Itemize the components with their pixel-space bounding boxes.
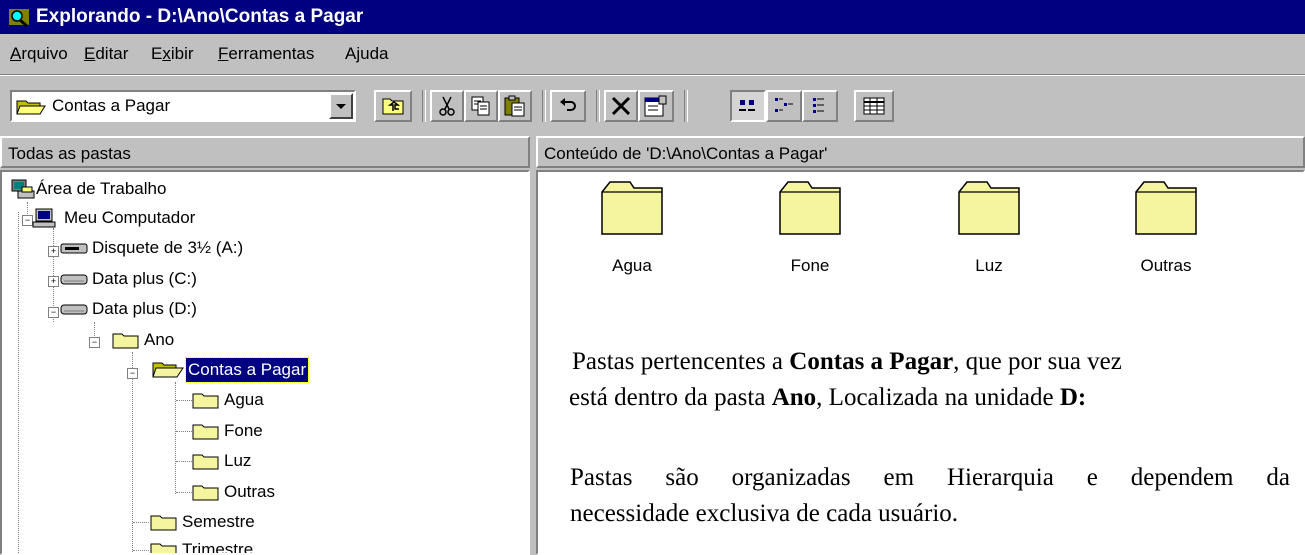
tree-connector — [176, 492, 192, 493]
list-icon — [813, 98, 824, 113]
folder-icon — [192, 485, 219, 501]
folder-icon — [192, 454, 219, 470]
folder-label: Luz — [975, 256, 1003, 275]
copy-button[interactable] — [464, 90, 498, 122]
menu-arquivo[interactable]: Arquivo — [10, 37, 68, 71]
list-button[interactable] — [802, 90, 838, 122]
toolbar-separator — [684, 90, 688, 122]
tree-connector — [18, 212, 19, 553]
location-combobox[interactable]: Contas a Pagar — [10, 90, 356, 122]
paste-icon — [504, 95, 525, 117]
location-value: Contas a Pagar — [52, 96, 171, 115]
cut-button[interactable] — [430, 90, 464, 122]
folder-icon — [192, 393, 219, 409]
folder-icon — [958, 181, 1020, 235]
explorer-icon — [9, 9, 29, 28]
folder-label: Agua — [612, 256, 652, 275]
toolbar-separator — [422, 90, 426, 122]
right-pane-header: Conteúdo de 'D:\Ano\Contas a Pagar' — [536, 136, 1305, 168]
toolbar: Contas a Pagar — [0, 82, 1305, 130]
tree-connector — [133, 522, 149, 523]
folder-icon — [192, 424, 219, 440]
cut-icon — [439, 96, 455, 116]
folder-label: Fone — [790, 256, 830, 275]
small-icons-button[interactable] — [766, 90, 802, 122]
paste-button[interactable] — [498, 90, 532, 122]
expand-toggle[interactable]: + — [48, 276, 59, 287]
undo-icon — [560, 98, 576, 111]
explanation-paragraph-2: Pastas são organizadas em Hierarquia e d… — [570, 460, 1290, 532]
details-button[interactable] — [854, 90, 894, 122]
folder-item-fone[interactable]: Fone — [750, 178, 870, 275]
hard-drive-icon — [60, 274, 88, 285]
folder-icon — [1135, 181, 1197, 235]
collapse-toggle[interactable]: − — [89, 337, 100, 348]
collapse-toggle[interactable]: − — [48, 307, 59, 318]
up-one-level-icon — [382, 98, 404, 115]
folder-item-outras[interactable]: Outras — [1106, 178, 1226, 275]
note-line: necessidade exclusiva de cada usuário. — [570, 500, 959, 527]
tree-connector — [175, 382, 176, 494]
large-icons-icon — [739, 100, 755, 111]
left-pane-header: Todas as pastas — [0, 136, 530, 168]
tree-connector — [133, 550, 149, 551]
toolbar-separator — [596, 90, 600, 122]
folder-icon — [601, 181, 663, 235]
undo-button[interactable] — [550, 90, 586, 122]
menu-editar[interactable]: Editar — [84, 37, 128, 71]
explanation-paragraph-1: Pastas pertencentes a Contas a Pagar, qu… — [569, 344, 1282, 416]
location-dropdown-button[interactable] — [329, 93, 353, 119]
hard-drive-icon — [60, 304, 88, 315]
copy-icon — [471, 96, 490, 116]
folder-tree: − + + − − − Área de Trabalho Meu Computa… — [0, 170, 530, 555]
collapse-toggle[interactable]: − — [127, 368, 138, 379]
tree-connector — [176, 431, 192, 432]
folder-icon — [150, 543, 177, 553]
floppy-drive-icon — [60, 243, 88, 254]
menu-bar: Arquivo Editar Exibir Ferramentas Ajuda — [0, 37, 1305, 71]
menu-ferramentas[interactable]: Ferramentas — [218, 37, 314, 71]
menu-ajuda[interactable]: Ajuda — [345, 37, 389, 71]
contents-pane: Agua Fone Luz Outras Pastas pertencentes… — [536, 170, 1305, 555]
details-icon — [863, 97, 885, 115]
folder-icon — [779, 181, 841, 235]
computer-icon — [32, 208, 56, 228]
folder-item-agua[interactable]: Agua — [572, 178, 692, 275]
window-title: Explorando - D:\Ano\Contas a Pagar — [36, 6, 364, 27]
folder-icon — [112, 333, 139, 349]
properties-icon — [644, 95, 667, 117]
menu-divider — [0, 74, 1305, 76]
open-folder-icon — [16, 100, 46, 115]
expand-toggle[interactable]: + — [48, 246, 59, 257]
up-one-level-button[interactable] — [374, 90, 412, 122]
properties-button[interactable] — [638, 90, 674, 122]
delete-icon — [611, 96, 631, 116]
chevron-down-icon — [336, 104, 346, 109]
toolbar-separator — [542, 90, 546, 122]
title-bar: Explorando - D:\Ano\Contas a Pagar — [0, 0, 1305, 34]
note-line: Pastas são organizadas em Hierarquia e d… — [570, 464, 1290, 491]
delete-button[interactable] — [604, 90, 638, 122]
folder-icon — [150, 515, 177, 531]
folder-label: Outras — [1140, 256, 1192, 275]
large-icons-button[interactable] — [730, 90, 766, 122]
menu-exibir[interactable]: Exibir — [151, 37, 194, 71]
tree-connector — [176, 400, 192, 401]
folder-item-luz[interactable]: Luz — [929, 178, 1049, 275]
desktop-icon — [11, 179, 35, 199]
open-folder-icon — [152, 362, 184, 378]
tree-connector — [176, 461, 192, 462]
small-icons-icon — [775, 98, 793, 112]
note-line: está dentro da pasta Ano, Localizada na … — [569, 384, 1087, 411]
note-line: Pastas pertencentes a Contas a Pagar, qu… — [572, 348, 1122, 375]
